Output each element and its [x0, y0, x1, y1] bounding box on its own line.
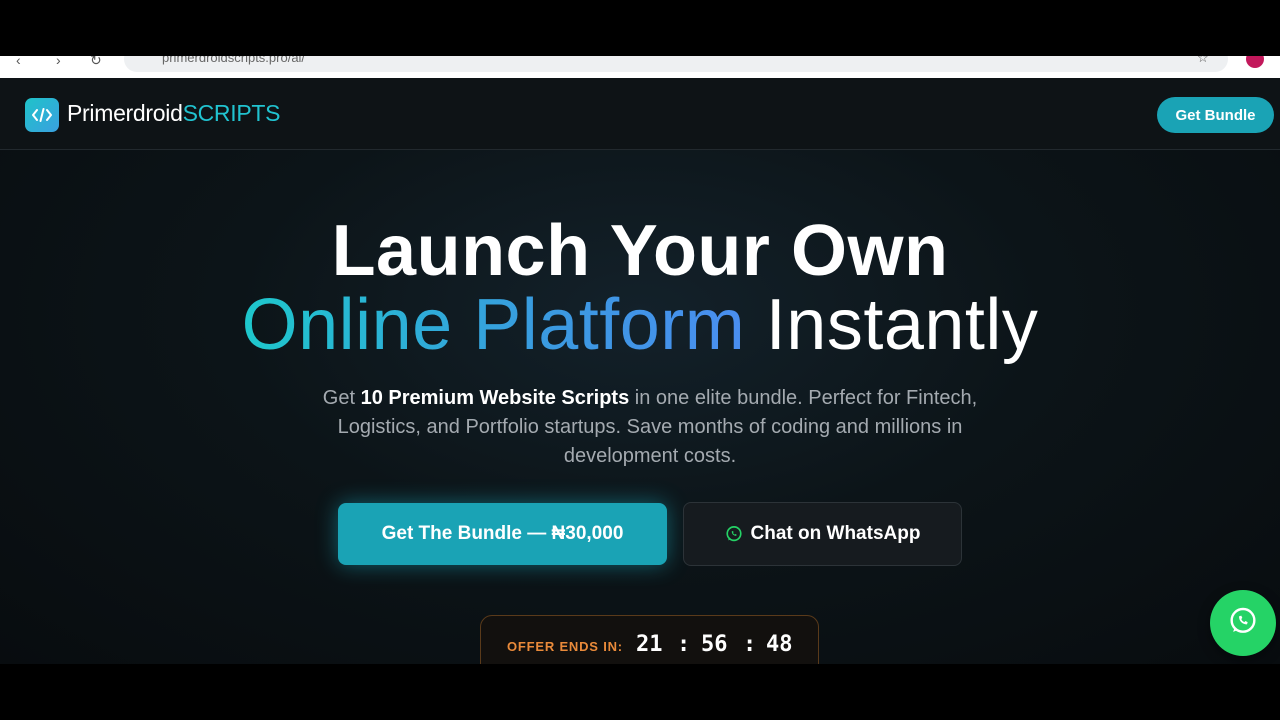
countdown-seconds: 48 — [766, 632, 793, 657]
hero-title-rest: Instantly — [765, 285, 1039, 365]
code-brackets-icon[interactable] — [25, 98, 59, 132]
hero-title-line2: Online Platform Instantly — [0, 284, 1280, 366]
forward-icon[interactable]: › — [56, 56, 61, 68]
brand-logo-text[interactable]: PrimerdroidSCRIPTS — [67, 100, 280, 127]
get-the-bundle-button[interactable]: Get The Bundle — ₦30,000 — [338, 503, 667, 565]
address-url[interactable]: primerdroidscripts.pro/ai/ — [162, 56, 305, 65]
whatsapp-floating-button[interactable] — [1210, 590, 1276, 656]
chat-on-whatsapp-button[interactable]: Chat on WhatsApp — [683, 502, 962, 566]
video-letterbox-top — [0, 0, 1280, 56]
hero-title-highlight: Online Platform — [241, 285, 746, 365]
site-header: PrimerdroidSCRIPTS Get Bundle — [0, 78, 1280, 150]
subtitle-highlight: 10 Premium Website Scripts — [360, 387, 630, 409]
browser-toolbar: ‹ › ↻ primerdroidscripts.pro/ai/ ☆ — [0, 56, 1280, 78]
brand-name-primary: Primerdroid — [67, 100, 183, 126]
countdown-minutes: 56 — [701, 632, 728, 657]
whatsapp-button-label: Chat on WhatsApp — [750, 523, 921, 544]
whatsapp-icon — [725, 525, 743, 543]
video-letterbox-bottom — [0, 664, 1280, 720]
subtitle-prefix: Get — [322, 387, 361, 409]
bookmark-star-icon[interactable]: ☆ — [1197, 56, 1209, 66]
profile-avatar[interactable] — [1246, 56, 1264, 68]
hero-title-line1: Launch Your Own — [331, 211, 949, 291]
countdown-separator: : — [743, 632, 757, 657]
countdown-label: OFFER ENDS IN: — [507, 639, 623, 654]
countdown-hours: 21 — [636, 632, 663, 657]
brand-name-accent: SCRIPTS — [182, 100, 281, 126]
landing-page: PrimerdroidSCRIPTS Get Bundle Launch You… — [0, 78, 1280, 664]
countdown-separator: : — [677, 632, 691, 657]
back-icon[interactable]: ‹ — [16, 56, 21, 68]
get-bundle-button[interactable]: Get Bundle — [1157, 97, 1274, 133]
hero-subtitle: Get 10 Premium Website Scripts in one el… — [300, 384, 1000, 471]
reload-icon[interactable]: ↻ — [90, 56, 102, 69]
whatsapp-icon — [1227, 605, 1259, 642]
offer-countdown: OFFER ENDS IN: 21 : 56 : 48 — [480, 615, 819, 664]
